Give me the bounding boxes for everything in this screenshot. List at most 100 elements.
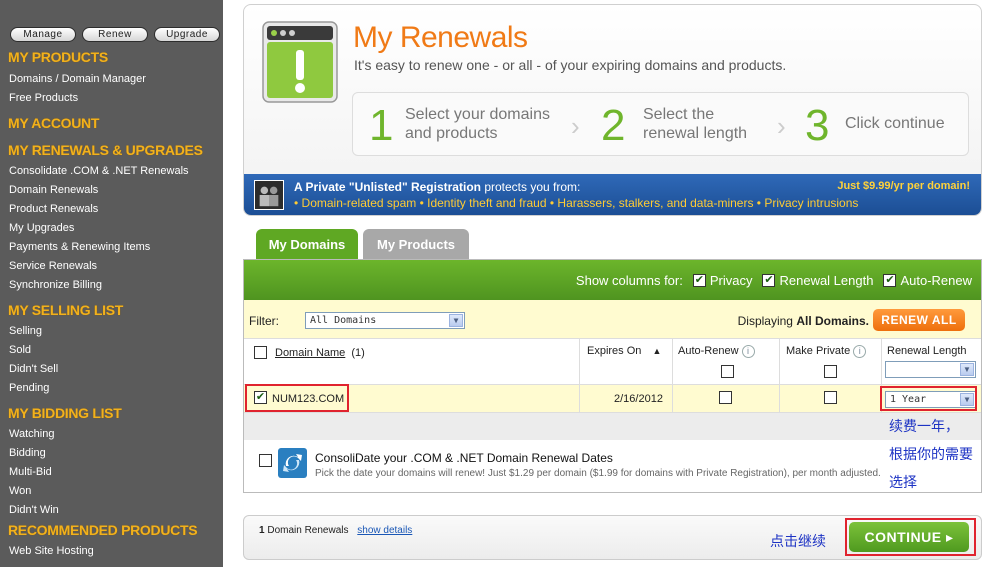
- expires-on-label: Expires On: [587, 345, 642, 357]
- nav-domain-renewals[interactable]: Domain Renewals: [9, 184, 98, 196]
- table-header-row: Domain Name (1) Expires On ▲ Auto-Renew i…: [244, 339, 981, 385]
- consolidate-checkbox[interactable]: [259, 454, 272, 467]
- renew-button[interactable]: Renew: [82, 27, 148, 42]
- promo-headline: A Private "Unlisted" Registration protec…: [294, 180, 580, 194]
- auto-renew-column-checkbox[interactable]: ✔: [883, 274, 897, 287]
- section-my-selling[interactable]: MY SELLING LIST: [8, 302, 123, 318]
- auto-renew-column-label: Auto-Renew: [900, 273, 972, 288]
- nav-pending[interactable]: Pending: [9, 382, 49, 394]
- step-2-number: 2: [601, 101, 626, 150]
- nav-my-upgrades[interactable]: My Upgrades: [9, 222, 74, 234]
- alert-window-icon: [262, 21, 338, 103]
- private-registration-promo[interactable]: A Private "Unlisted" Registration protec…: [244, 174, 981, 215]
- nav-product-renewals[interactable]: Product Renewals: [9, 203, 98, 215]
- renewal-count-label: Domain Renewals: [264, 525, 349, 536]
- nav-sold[interactable]: Sold: [9, 344, 31, 356]
- section-my-bidding[interactable]: MY BIDDING LIST: [8, 405, 122, 421]
- chevron-right-icon: ›: [777, 111, 786, 141]
- expires-cell: 2/16/2012: [614, 393, 663, 405]
- nav-watching[interactable]: Watching: [9, 428, 54, 440]
- sort-ascending-icon[interactable]: ▲: [652, 346, 661, 356]
- show-details-link[interactable]: show details: [357, 525, 412, 536]
- sync-arrows-icon: [278, 448, 307, 478]
- displaying-status: Displaying All Domains.: [738, 314, 869, 328]
- column-divider: [579, 339, 580, 385]
- promo-headline-bold: A Private "Unlisted" Registration: [294, 180, 481, 194]
- domain-name-sort-link[interactable]: Domain Name: [275, 347, 345, 359]
- nav-multi-bid[interactable]: Multi-Bid: [9, 466, 52, 478]
- domains-grid: Show columns for: ✔ Privacy ✔ Renewal Le…: [243, 259, 982, 493]
- continue-note: 点击继续: [770, 534, 826, 550]
- step-1-number: 1: [369, 101, 394, 150]
- promo-benefits: • Domain-related spam • Identity theft a…: [294, 196, 859, 210]
- people-silhouette-icon: [254, 180, 284, 210]
- nav-web-hosting[interactable]: Web Site Hosting: [9, 545, 94, 557]
- consolidate-row: ConsoliDate your .COM & .NET Domain Rene…: [244, 440, 981, 492]
- chevron-down-icon[interactable]: ▼: [960, 363, 974, 376]
- tab-my-products[interactable]: My Products: [363, 229, 469, 259]
- make-private-row-checkbox[interactable]: [824, 391, 837, 404]
- make-private-all-checkbox[interactable]: [824, 365, 837, 378]
- info-icon[interactable]: i: [853, 345, 867, 358]
- renew-note-1: 续费一年，: [889, 419, 959, 435]
- filter-select[interactable]: All Domains ▼: [305, 312, 465, 329]
- consolidate-description: Pick the date your domains will renew! J…: [315, 468, 881, 479]
- promo-headline-rest: protects you from:: [480, 180, 581, 194]
- column-divider: [881, 339, 882, 385]
- nav-free-products[interactable]: Free Products: [9, 92, 78, 104]
- select-all-checkbox[interactable]: [254, 346, 267, 359]
- displaying-value: All Domains.: [796, 314, 869, 328]
- privacy-column-label: Privacy: [709, 273, 753, 288]
- consolidate-title[interactable]: ConsoliDate your .COM & .NET Domain Rene…: [315, 451, 613, 465]
- info-icon[interactable]: i: [741, 345, 755, 358]
- table-row: ✔ NUM123.COM 2/16/2012: [244, 385, 981, 413]
- step-3-number: 3: [805, 101, 830, 150]
- chevron-down-icon[interactable]: ▼: [449, 314, 463, 327]
- nav-didnt-win[interactable]: Didn't Win: [9, 504, 59, 516]
- privacy-column-checkbox[interactable]: ✔: [692, 274, 706, 287]
- renewal-summary: 1 Domain Renewals show details: [259, 525, 412, 536]
- renewal-length-header: Renewal Length: [887, 345, 967, 357]
- section-recommended[interactable]: RECOMMENDED PRODUCTS: [8, 522, 198, 538]
- renewal-length-column-label: Renewal Length: [779, 273, 874, 288]
- make-private-label: Make Private: [786, 345, 851, 357]
- renewal-steps: 1 Select your domains and products › 2 S…: [352, 92, 969, 156]
- step-2-line1: Select the: [643, 106, 715, 123]
- filter-select-value: All Domains: [310, 315, 377, 326]
- section-my-account[interactable]: MY ACCOUNT: [8, 115, 99, 131]
- sidebar-top-buttons: Manage Renew Upgrade: [10, 27, 220, 42]
- nav-domains-manager[interactable]: Domains / Domain Manager: [9, 73, 146, 85]
- step-2-text: Select the renewal length: [643, 105, 747, 143]
- expires-on-header[interactable]: Expires On ▲: [587, 345, 661, 357]
- nav-service-renewals[interactable]: Service Renewals: [9, 260, 97, 272]
- column-divider: [672, 339, 673, 385]
- renew-note-3: 选择: [889, 475, 917, 491]
- manage-button[interactable]: Manage: [10, 27, 76, 42]
- nav-won[interactable]: Won: [9, 485, 31, 497]
- nav-didnt-sell[interactable]: Didn't Sell: [9, 363, 58, 375]
- renew-all-button[interactable]: RENEW ALL: [873, 309, 965, 331]
- section-my-products[interactable]: MY PRODUCTS: [8, 49, 108, 65]
- upgrade-button[interactable]: Upgrade: [154, 27, 220, 42]
- show-columns-label: Show columns for:: [575, 273, 683, 288]
- filter-row: Filter: All Domains ▼ Displaying All Dom…: [244, 300, 981, 339]
- renewal-length-all-select[interactable]: ▼: [885, 361, 976, 378]
- column-divider: [779, 339, 780, 385]
- spacer-row: [244, 413, 981, 440]
- auto-renew-row-checkbox[interactable]: [719, 391, 732, 404]
- nav-selling[interactable]: Selling: [9, 325, 42, 337]
- section-my-renewals[interactable]: MY RENEWALS & UPGRADES: [8, 142, 203, 158]
- auto-renew-all-checkbox[interactable]: [721, 365, 734, 378]
- renewal-length-highlight-box: [880, 386, 977, 411]
- nav-payments[interactable]: Payments & Renewing Items: [9, 241, 150, 253]
- step-1-line1: Select your domains: [405, 106, 550, 123]
- make-private-header: Make Private i: [786, 345, 867, 358]
- nav-consolidate[interactable]: Consolidate .COM & .NET Renewals: [9, 165, 189, 177]
- renewal-length-column-checkbox[interactable]: ✔: [762, 274, 776, 287]
- step-1-text: Select your domains and products: [405, 105, 550, 143]
- tab-my-domains[interactable]: My Domains: [256, 229, 358, 259]
- nav-bidding[interactable]: Bidding: [9, 447, 46, 459]
- column-divider: [779, 385, 780, 413]
- domain-count: (1): [351, 347, 365, 359]
- nav-sync-billing[interactable]: Synchronize Billing: [9, 279, 102, 291]
